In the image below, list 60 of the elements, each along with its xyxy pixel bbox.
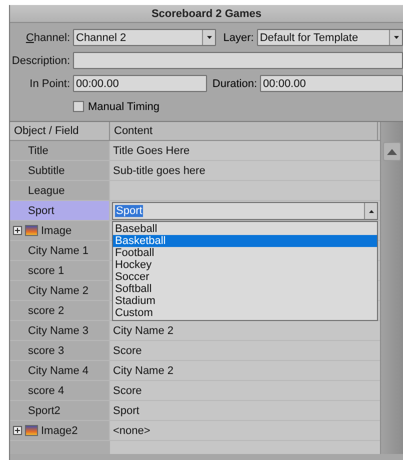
- layer-label: Layer:: [222, 32, 255, 44]
- column-header: Object / Field: [10, 122, 110, 140]
- field-name[interactable]: Sport: [10, 201, 110, 220]
- scrollbar[interactable]: [380, 122, 403, 454]
- dropdown-button[interactable]: [202, 30, 216, 45]
- manual-timing-checkbox[interactable]: [73, 101, 84, 112]
- field-name[interactable]: City Name 4: [10, 361, 110, 380]
- dropdown-option[interactable]: Stadium: [113, 295, 377, 307]
- caret-icon: [368, 210, 374, 212]
- expand-icon[interactable]: [13, 426, 22, 435]
- field-name[interactable]: score 4: [10, 381, 110, 400]
- in-point-field[interactable]: 00:00.00: [73, 75, 208, 92]
- field-name[interactable]: score 1: [10, 261, 110, 280]
- dropdown-option[interactable]: Custom: [113, 307, 377, 319]
- field-name[interactable]: score 2: [10, 301, 110, 320]
- description-field[interactable]: [73, 52, 403, 69]
- layer-dropdown[interactable]: Default for Template: [256, 29, 403, 46]
- duration-field[interactable]: 00:00.00: [260, 75, 403, 92]
- field-name[interactable]: Subtitle: [10, 161, 110, 180]
- channel-label: Channel:: [24, 32, 71, 44]
- duration-label: Duration:: [211, 78, 258, 90]
- content-cell[interactable]: City Name 2: [110, 321, 380, 340]
- dropdown-option[interactable]: Football: [113, 247, 377, 259]
- field-name[interactable]: Image2: [41, 424, 78, 436]
- content-cell[interactable]: Score: [110, 381, 380, 400]
- dropdown-button[interactable]: [389, 30, 402, 45]
- sport-dropdown[interactable]: Sport: [112, 202, 378, 220]
- manual-timing-label: Manual Timing: [88, 100, 160, 112]
- expand-icon[interactable]: [13, 226, 22, 235]
- scroll-up-button[interactable]: [383, 142, 401, 161]
- dropdown-option[interactable]: Basketball: [113, 235, 377, 247]
- up-arrow-icon: [387, 148, 397, 154]
- caret-icon: [394, 36, 398, 39]
- dropdown-option[interactable]: Baseball: [113, 223, 377, 235]
- content-cell[interactable]: Sport: [110, 401, 380, 420]
- field-name[interactable]: City Name 2: [10, 281, 110, 300]
- field-name[interactable]: score 3: [10, 341, 110, 360]
- field-name[interactable]: Title: [10, 141, 110, 160]
- dropdown-button[interactable]: [364, 203, 377, 219]
- content-cell[interactable]: Title Goes Here: [110, 141, 380, 160]
- dropdown-option[interactable]: Soccer: [113, 271, 377, 283]
- image-icon: [25, 225, 38, 236]
- channel-dropdown[interactable]: Channel 2: [73, 29, 216, 46]
- field-name[interactable]: City Name 1: [10, 241, 110, 260]
- field-name[interactable]: City Name 3: [10, 321, 110, 340]
- caret-icon: [206, 36, 212, 39]
- dropdown-option[interactable]: Softball: [113, 283, 377, 295]
- description-label: Description:: [10, 54, 71, 66]
- dropdown-option[interactable]: Hockey: [113, 259, 377, 271]
- field-name[interactable]: League: [10, 181, 110, 200]
- content-cell[interactable]: Sub-title goes here: [110, 161, 380, 180]
- image-icon: [25, 425, 38, 436]
- window-title: Scoreboard 2 Games: [10, 5, 403, 23]
- field-name[interactable]: Sport2: [10, 401, 110, 420]
- content-cell[interactable]: Score: [110, 341, 380, 360]
- content-cell[interactable]: <none>: [110, 421, 380, 440]
- column-header: Content: [110, 122, 378, 140]
- in-point-label: In Point:: [28, 78, 71, 90]
- field-name[interactable]: Image: [41, 224, 72, 236]
- content-cell[interactable]: City Name 2: [110, 361, 380, 380]
